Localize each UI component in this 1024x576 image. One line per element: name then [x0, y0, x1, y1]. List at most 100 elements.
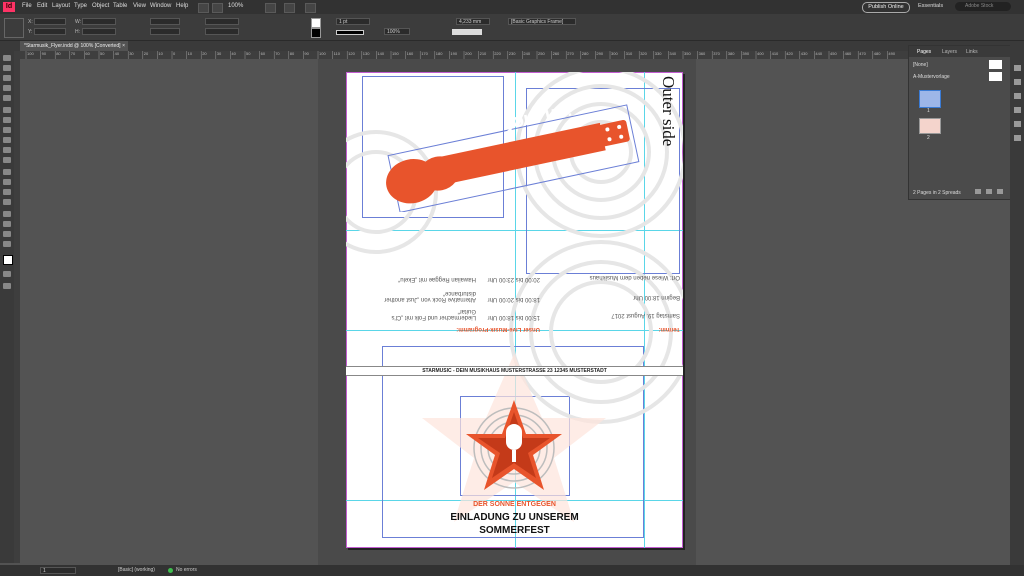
master-none-thumb[interactable]	[989, 60, 1002, 69]
menu-object[interactable]: Object	[92, 3, 109, 9]
page-2-thumb[interactable]	[919, 118, 941, 134]
menu-window[interactable]: Window	[150, 3, 171, 9]
layers-icon[interactable]	[1014, 79, 1021, 85]
y-field[interactable]	[34, 28, 66, 35]
menu-type[interactable]: Type	[74, 3, 87, 9]
info-line: Ort: Wiese neben dem Musikhaus	[589, 274, 680, 280]
master-none[interactable]: [None]	[913, 62, 928, 68]
opacity-field[interactable]: 100%	[384, 28, 410, 35]
scissors-tool-icon[interactable]	[3, 169, 11, 175]
preflight-profile[interactable]: [Basic] (working)	[118, 567, 155, 573]
shear-field[interactable]	[205, 28, 239, 35]
publish-online-button[interactable]: Publish Online	[862, 2, 910, 13]
stroke-weight-field[interactable]: 1 pt	[336, 18, 370, 25]
program-block[interactable]: Unser Live-Musik-Programm: 15:00 bis 18:…	[364, 256, 540, 334]
menu-table[interactable]: Table	[113, 3, 127, 9]
screen-mode-button[interactable]	[284, 3, 295, 13]
flyer-page[interactable]: COME AND JOIN US! Outer side Termin: Sam…	[346, 72, 683, 548]
ruler-tick-label: 280	[581, 51, 589, 56]
master-a[interactable]: A-Mustervorlage	[913, 74, 950, 80]
free-transform-tool-icon[interactable]	[3, 179, 11, 185]
ruler-tick-label: 80	[56, 51, 61, 56]
ruler-tick-label: 330	[654, 51, 662, 56]
cc-libraries-icon[interactable]	[1014, 135, 1021, 141]
control-bar: X: Y: W: H: 1 pt 100% 4,233 mm [Basic Gr…	[0, 14, 1024, 41]
fill-stroke-swatch-icon[interactable]	[3, 255, 13, 265]
gradient-feather-tool-icon[interactable]	[3, 199, 11, 205]
stroke-swatch-icon[interactable]	[311, 28, 321, 38]
screen-mode-icon[interactable]	[3, 283, 11, 289]
tools-panel	[0, 51, 14, 563]
stroke-icon[interactable]	[1014, 107, 1021, 113]
apply-color-icon[interactable]	[3, 271, 11, 277]
menu-view[interactable]: View	[133, 3, 146, 9]
preflight-errors[interactable]: No errors	[176, 567, 197, 573]
menu-file[interactable]: File	[22, 3, 32, 9]
ruler-tick-label: 160	[406, 51, 414, 56]
page-number-field[interactable]: 1	[40, 567, 76, 574]
menu-edit[interactable]: Edit	[37, 3, 47, 9]
invitation-line1[interactable]: EINLADUNG ZU UNSEREM	[346, 512, 683, 523]
frame-fitting-swatch[interactable]	[452, 29, 482, 35]
height-field[interactable]	[82, 28, 116, 35]
gradient-tool-icon[interactable]	[3, 189, 11, 195]
search-input[interactable]: Adobe Stock	[955, 2, 1011, 11]
width-field[interactable]	[82, 18, 116, 25]
workspace-switcher[interactable]: Essentials	[918, 3, 943, 9]
page-1-thumb[interactable]	[919, 90, 941, 108]
delete-page-icon[interactable]	[997, 189, 1003, 194]
ruler-tick-label: 300	[611, 51, 618, 56]
tab-pages[interactable]: Pages	[917, 49, 931, 55]
tab-layers[interactable]: Layers	[942, 49, 957, 55]
tagline[interactable]: DER SONNE ENTGEGEN	[346, 501, 683, 508]
edit-page-size-icon[interactable]	[975, 189, 981, 194]
zoom-tool-icon[interactable]	[3, 241, 11, 247]
rectangle-tool-icon[interactable]	[3, 157, 11, 163]
stroke-type-selector[interactable]	[336, 30, 364, 35]
zoom-level[interactable]: 100%	[228, 3, 243, 9]
menu-layout[interactable]: Layout	[52, 3, 70, 9]
fill-swatch-icon[interactable]	[311, 18, 321, 28]
stock-button[interactable]	[212, 3, 223, 13]
menu-help[interactable]: Help	[176, 3, 188, 9]
arrange-documents-button[interactable]	[305, 3, 316, 13]
pen-tool-icon[interactable]	[3, 127, 11, 133]
links-icon[interactable]	[1014, 93, 1021, 99]
footer-strip[interactable]: STARMUSIC - DEIN MUSIKHAUS MUSTERSTRASSE…	[346, 366, 683, 376]
eyedropper-tool-icon[interactable]	[3, 221, 11, 227]
ruler-tick-label: 290	[596, 51, 604, 56]
x-field[interactable]	[34, 18, 66, 25]
scale-y-field[interactable]	[150, 28, 180, 35]
note-tool-icon[interactable]	[3, 211, 11, 217]
hand-tool-icon[interactable]	[3, 231, 11, 237]
object-style-select[interactable]: [Basic Graphics Frame]	[508, 18, 576, 25]
gap-tool-icon[interactable]	[3, 85, 11, 91]
page-tool-icon[interactable]	[3, 75, 11, 81]
outer-side-label[interactable]: Outer side	[658, 76, 678, 146]
scale-x-field[interactable]	[150, 18, 180, 25]
ruler-tick-label: 210	[479, 51, 487, 56]
reference-value-field[interactable]: 4,233 mm	[456, 18, 490, 25]
invitation-line2[interactable]: SOMMERFEST	[346, 525, 683, 536]
rectangle-frame-tool-icon[interactable]	[3, 147, 11, 153]
content-collector-icon[interactable]	[3, 95, 11, 101]
close-icon[interactable]: ×	[122, 41, 125, 51]
pencil-tool-icon[interactable]	[3, 137, 11, 143]
selection-tool-icon[interactable]	[3, 55, 11, 61]
swatches-icon[interactable]	[1014, 121, 1021, 127]
view-options-button[interactable]	[265, 3, 276, 13]
direct-selection-tool-icon[interactable]	[3, 65, 11, 71]
type-tool-icon[interactable]	[3, 107, 11, 113]
new-page-icon[interactable]	[986, 189, 992, 194]
rotate-field[interactable]	[205, 18, 239, 25]
ruler-tick-label: 40	[231, 51, 236, 56]
master-a-thumb[interactable]	[989, 72, 1002, 81]
reference-point-icon[interactable]	[4, 18, 24, 38]
info-block[interactable]: Termin: Samstag 19. August 2017 Beginn 1…	[528, 256, 680, 334]
properties-icon[interactable]	[1014, 65, 1021, 71]
document-tab[interactable]: *Starmusik_Flyer.indd @ 100% [Converted]…	[20, 41, 128, 51]
document-tab-title: *Starmusik_Flyer.indd @ 100% [Converted]	[24, 43, 121, 49]
bridge-button[interactable]	[198, 3, 209, 13]
line-tool-icon[interactable]	[3, 117, 11, 123]
tab-links[interactable]: Links	[966, 49, 978, 55]
